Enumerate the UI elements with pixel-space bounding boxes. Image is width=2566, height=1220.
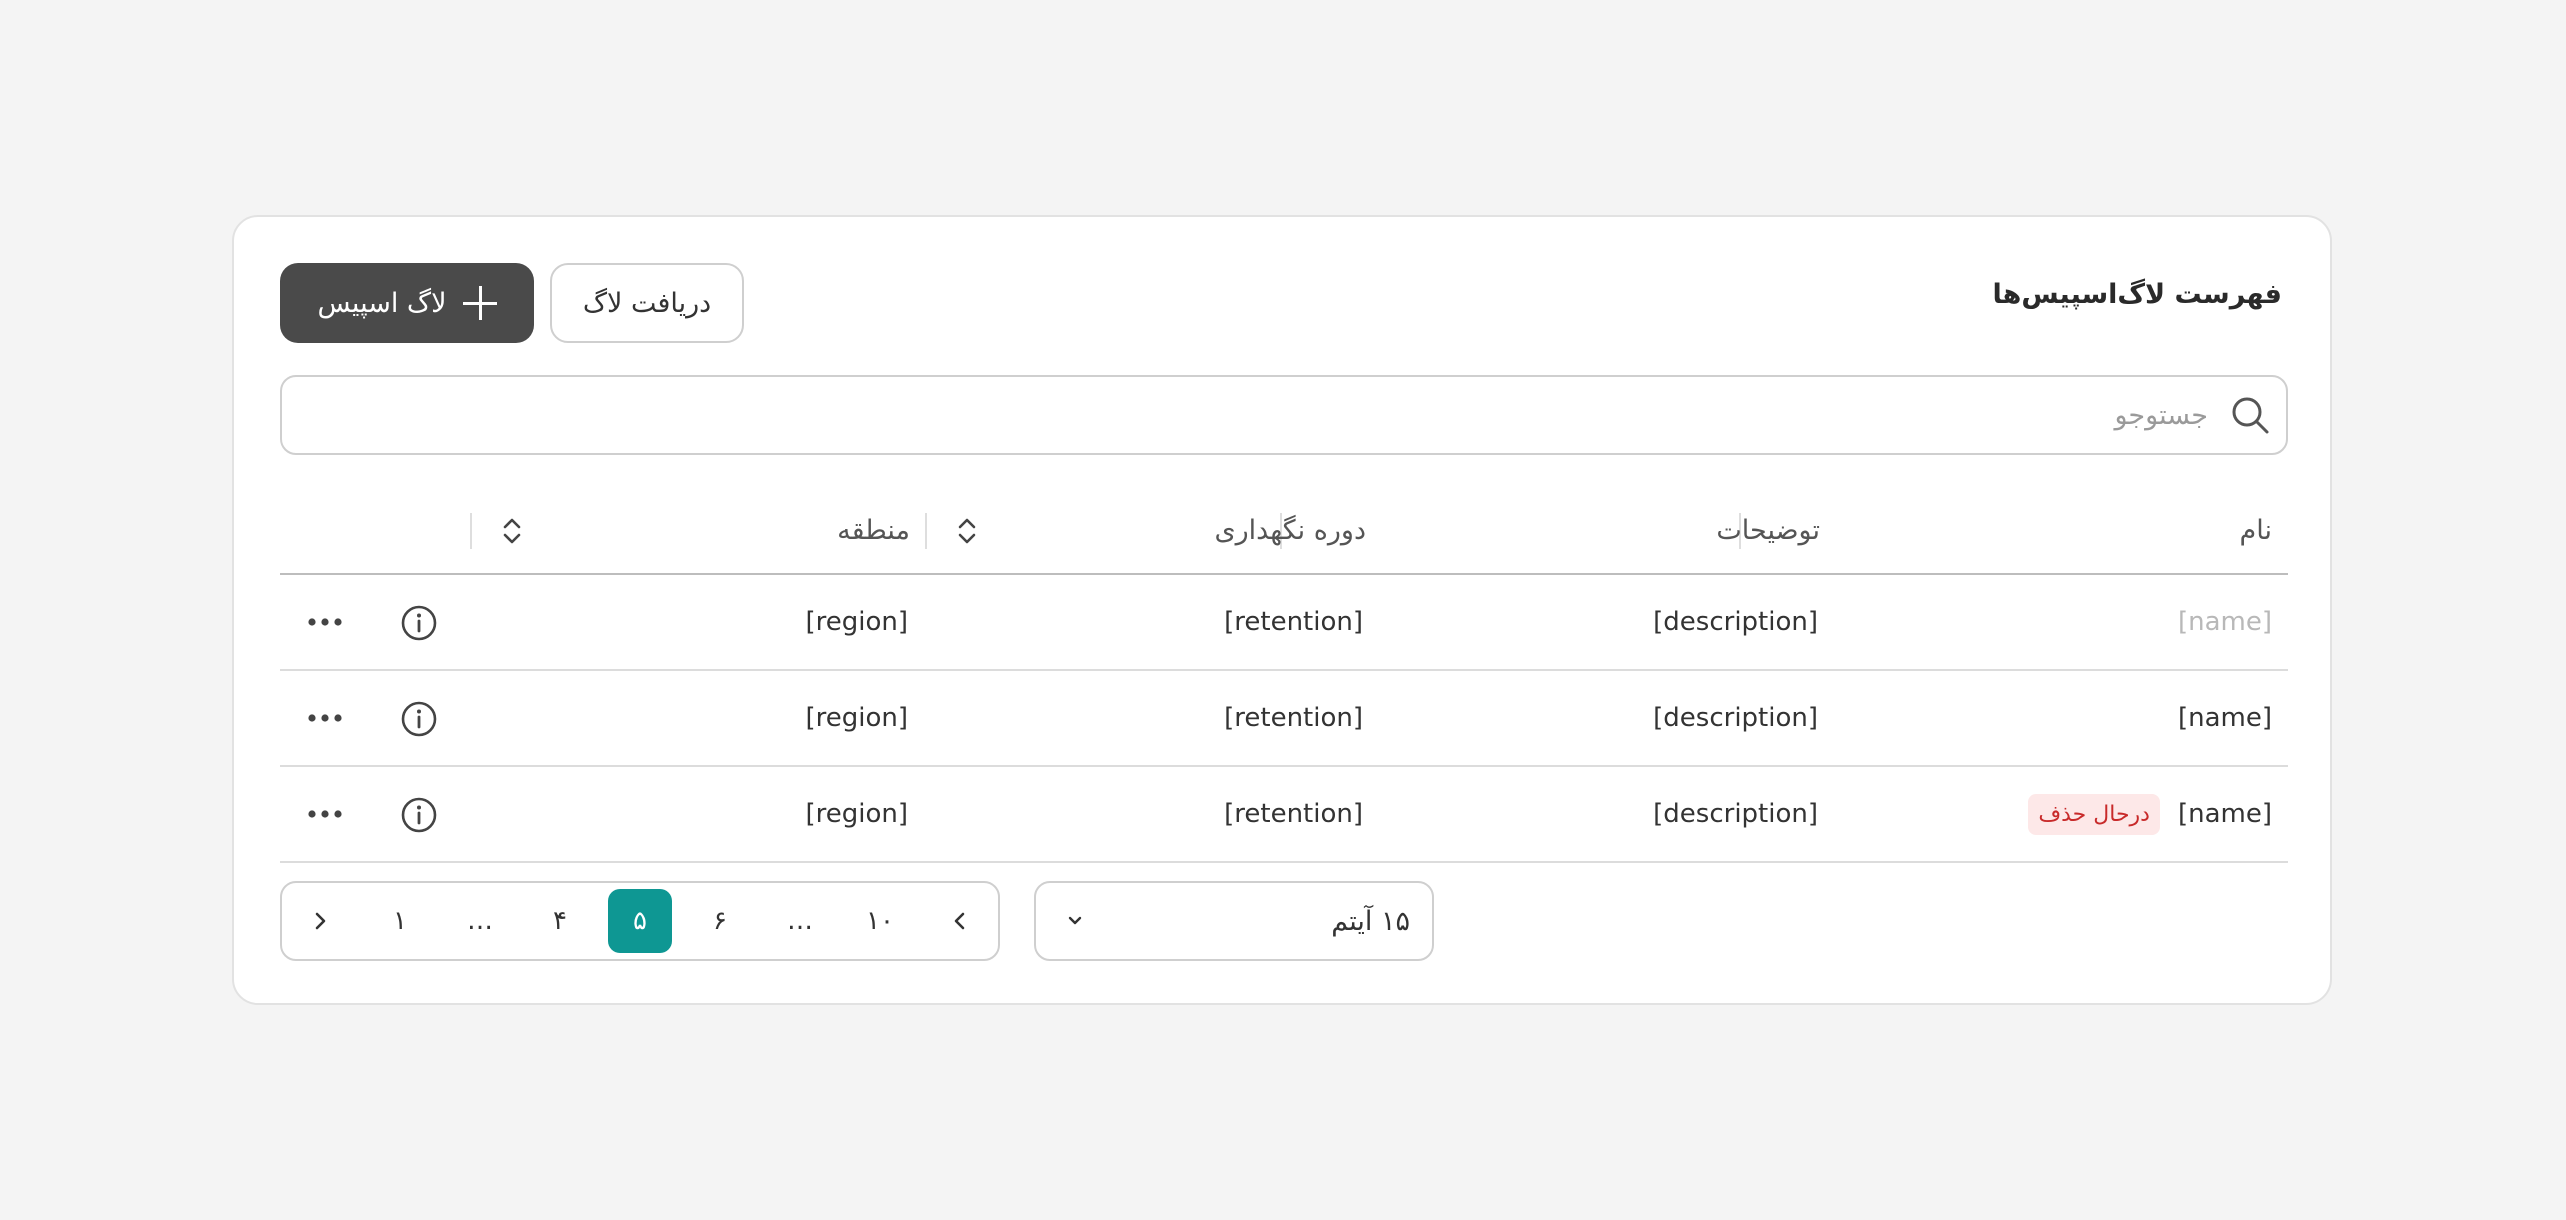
page-button[interactable]: ۱ xyxy=(368,889,432,953)
row-name: [name] xyxy=(2177,799,2272,829)
row-description: [description] xyxy=(1653,703,1818,733)
items-per-page-select[interactable]: ۱۵ آیتم xyxy=(1034,881,1434,961)
status-badge: درحال حذف xyxy=(2028,793,2160,835)
row-retention: [retention] xyxy=(1224,607,1363,637)
search-icon xyxy=(2232,397,2269,434)
page-button[interactable]: ۶ xyxy=(688,889,752,953)
page-title: فهرست لاگ‌اسپیس‌ها xyxy=(1992,279,2282,310)
search-bar[interactable] xyxy=(280,375,2288,455)
search-input[interactable] xyxy=(282,384,2210,446)
row-name: [name] xyxy=(2177,703,2272,733)
add-logspace-button[interactable]: لاگ اسپیس xyxy=(280,263,534,343)
column-header-name: نام xyxy=(2239,514,2272,546)
row-region: [region] xyxy=(805,799,908,829)
row-retention: [retention] xyxy=(1224,703,1363,733)
page-ellipsis: … xyxy=(467,906,493,936)
sort-icon[interactable] xyxy=(952,514,982,548)
column-header-retention[interactable]: دوره نگهداری xyxy=(1214,487,1366,573)
row-retention: [retention] xyxy=(1224,799,1363,829)
column-header-region[interactable]: منطقه xyxy=(837,487,910,573)
page-button-current[interactable]: ۵ xyxy=(608,889,672,953)
info-icon[interactable] xyxy=(400,700,438,738)
pagination: ۱ … ۴ ۵ ۶ … ۱۰ xyxy=(280,881,1000,961)
table-row[interactable]: [name] [description] [retention] [region… xyxy=(280,671,2288,767)
row-description: [description] xyxy=(1653,799,1818,829)
row-description: [description] xyxy=(1653,607,1818,637)
column-header-description: توضیحات xyxy=(1716,514,1820,546)
info-icon[interactable] xyxy=(400,604,438,642)
chevron-down-icon xyxy=(1068,916,1082,925)
next-page-button[interactable] xyxy=(288,889,352,953)
table-row[interactable]: [name] [description] [retention] [region… xyxy=(280,575,2288,671)
more-options-icon[interactable] xyxy=(306,709,344,727)
column-divider xyxy=(470,513,472,549)
page-button[interactable]: ۴ xyxy=(528,889,592,953)
get-log-button[interactable]: دریافت لاگ xyxy=(550,263,744,343)
chevron-left-icon xyxy=(954,912,965,930)
chevron-right-icon xyxy=(315,912,326,930)
table-header: نام توضیحات دوره نگهداری منطقه xyxy=(280,487,2288,575)
previous-page-button[interactable] xyxy=(928,889,992,953)
add-logspace-label: لاگ اسپیس xyxy=(317,287,447,319)
more-options-icon[interactable] xyxy=(306,613,344,631)
table-row[interactable]: درحال حذف [name] [description] [retentio… xyxy=(280,767,2288,863)
logspace-list-card: فهرست لاگ‌اسپیس‌ها لاگ اسپیس دریافت لاگ … xyxy=(232,215,2332,1005)
plus-icon xyxy=(462,286,497,320)
page-button[interactable]: ۱۰ xyxy=(848,889,912,953)
items-per-page-value: ۱۵ آیتم xyxy=(1331,905,1410,937)
info-icon[interactable] xyxy=(400,796,438,834)
column-divider xyxy=(925,513,927,549)
row-region: [region] xyxy=(805,703,908,733)
row-name: [name] xyxy=(2177,607,2272,637)
page-ellipsis: … xyxy=(787,906,813,936)
row-region: [region] xyxy=(805,607,908,637)
sort-icon[interactable] xyxy=(497,514,527,548)
more-options-icon[interactable] xyxy=(306,805,344,823)
